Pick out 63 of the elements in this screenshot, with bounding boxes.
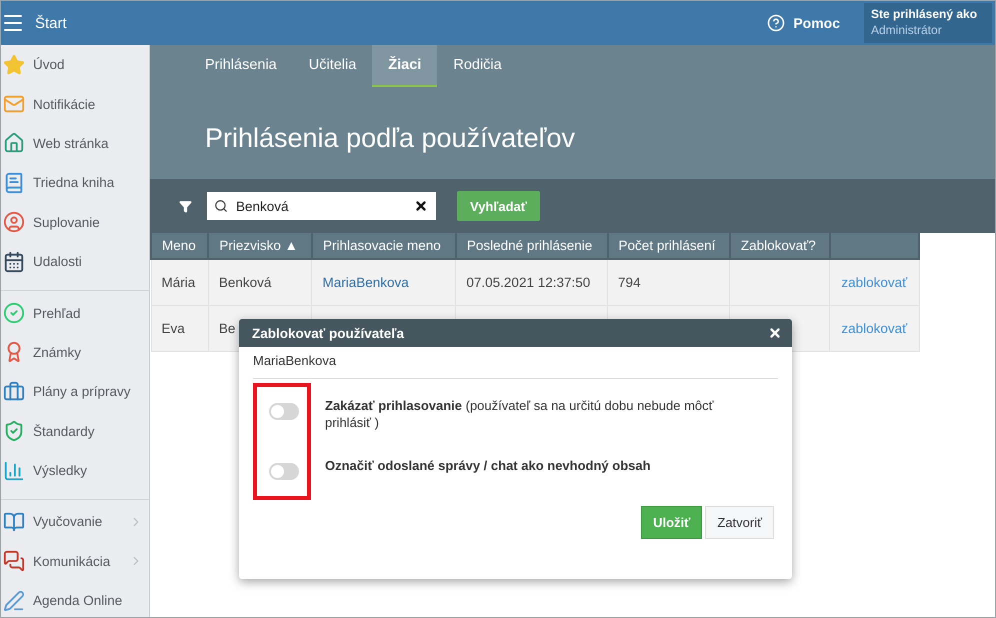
column-header[interactable]: Prihlasovacie meno: [312, 233, 456, 259]
option-label: Zakázať prihlasovanie (používateľ sa na určitú dobu nebude môcť prihlásiť ): [325, 397, 715, 431]
sidebar-item[interactable]: Štandardy: [1, 412, 149, 451]
sidebar-item[interactable]: Web stránka: [1, 124, 149, 164]
user-name: Administrátor: [871, 23, 943, 37]
column-header[interactable]: Priezvisko ▲: [208, 233, 312, 259]
sidebar-item[interactable]: Udalosti: [1, 242, 149, 282]
sidebar-item[interactable]: Notifikácie: [1, 84, 149, 124]
filter-icon[interactable]: [179, 200, 192, 212]
block-link[interactable]: zablokovať: [841, 320, 908, 336]
column-header[interactable]: Meno: [151, 233, 208, 259]
sidebar-item[interactable]: Prehľad: [1, 293, 149, 333]
pen-icon: [3, 590, 25, 612]
toggle-switch[interactable]: [269, 463, 299, 480]
sidebar-item[interactable]: Známky: [1, 332, 149, 372]
shield-icon: [3, 420, 25, 442]
envelope-icon: [3, 93, 25, 116]
sidebar-item[interactable]: Komunikácia: [1, 542, 149, 582]
tab[interactable]: Prihlásenia: [189, 45, 293, 87]
star-icon: [3, 54, 25, 76]
username-link[interactable]: MariaBenkova: [322, 274, 409, 290]
book-icon: [3, 510, 25, 533]
clear-icon[interactable]: [414, 199, 428, 213]
column-header[interactable]: Zablokovať?: [730, 233, 830, 259]
tab[interactable]: Žiaci: [372, 45, 438, 87]
sidebar-item[interactable]: Úvod: [1, 45, 149, 84]
dialog-username: MariaBenkova: [253, 347, 778, 379]
chat-icon: [3, 550, 25, 572]
tab[interactable]: Rodičia: [437, 45, 518, 87]
search-icon: [214, 199, 228, 213]
column-header[interactable]: Počet prihlásení: [608, 233, 730, 259]
notebook-icon: [3, 172, 25, 194]
sidebar-item[interactable]: Plány a prípravy: [1, 372, 149, 412]
close-icon[interactable]: [768, 326, 782, 340]
tab[interactable]: Učitelia: [292, 45, 372, 87]
person-icon: [3, 211, 25, 234]
calendar-icon: [3, 250, 25, 273]
page-title: Prihlásenia podľa používateľov: [205, 123, 576, 154]
table-cell: 07.05.2021 12:37:50: [456, 259, 608, 305]
sidebar-item[interactable]: Triedna kniha: [1, 163, 149, 203]
bar-chart-icon: [3, 460, 25, 482]
sidebar-item[interactable]: Vyučovanie: [1, 502, 149, 542]
search-field[interactable]: Benková: [207, 192, 436, 220]
check-circle-icon: [3, 302, 25, 324]
user-panel[interactable]: Ste prihlásený ako Administrátor: [864, 3, 992, 43]
table-cell: Eva: [151, 305, 208, 351]
table-cell: Benková: [208, 259, 312, 305]
sidebar-item[interactable]: Agenda Online: [1, 581, 149, 617]
house-icon: [3, 132, 25, 154]
table-cell: 794: [608, 259, 730, 305]
option-label: Označiť odoslané správy / chat ako nevhodný obsah: [325, 457, 652, 474]
user-label: Ste prihlásený ako: [871, 7, 978, 21]
block-link[interactable]: zablokovať: [841, 274, 908, 290]
table-cell: Mária: [151, 259, 208, 305]
help-icon[interactable]: [767, 14, 786, 32]
toggle-switch[interactable]: [269, 403, 299, 420]
close-button[interactable]: Zatvoriť: [705, 506, 774, 539]
app-title: Štart: [35, 14, 67, 32]
help-link[interactable]: Pomoc: [793, 15, 840, 31]
sidebar-item[interactable]: Suplovanie: [1, 202, 149, 242]
column-header[interactable]: Posledné prihlásenie: [456, 233, 608, 259]
sidebar-item[interactable]: Výsledky: [1, 450, 149, 490]
briefcase-icon: [3, 380, 25, 403]
